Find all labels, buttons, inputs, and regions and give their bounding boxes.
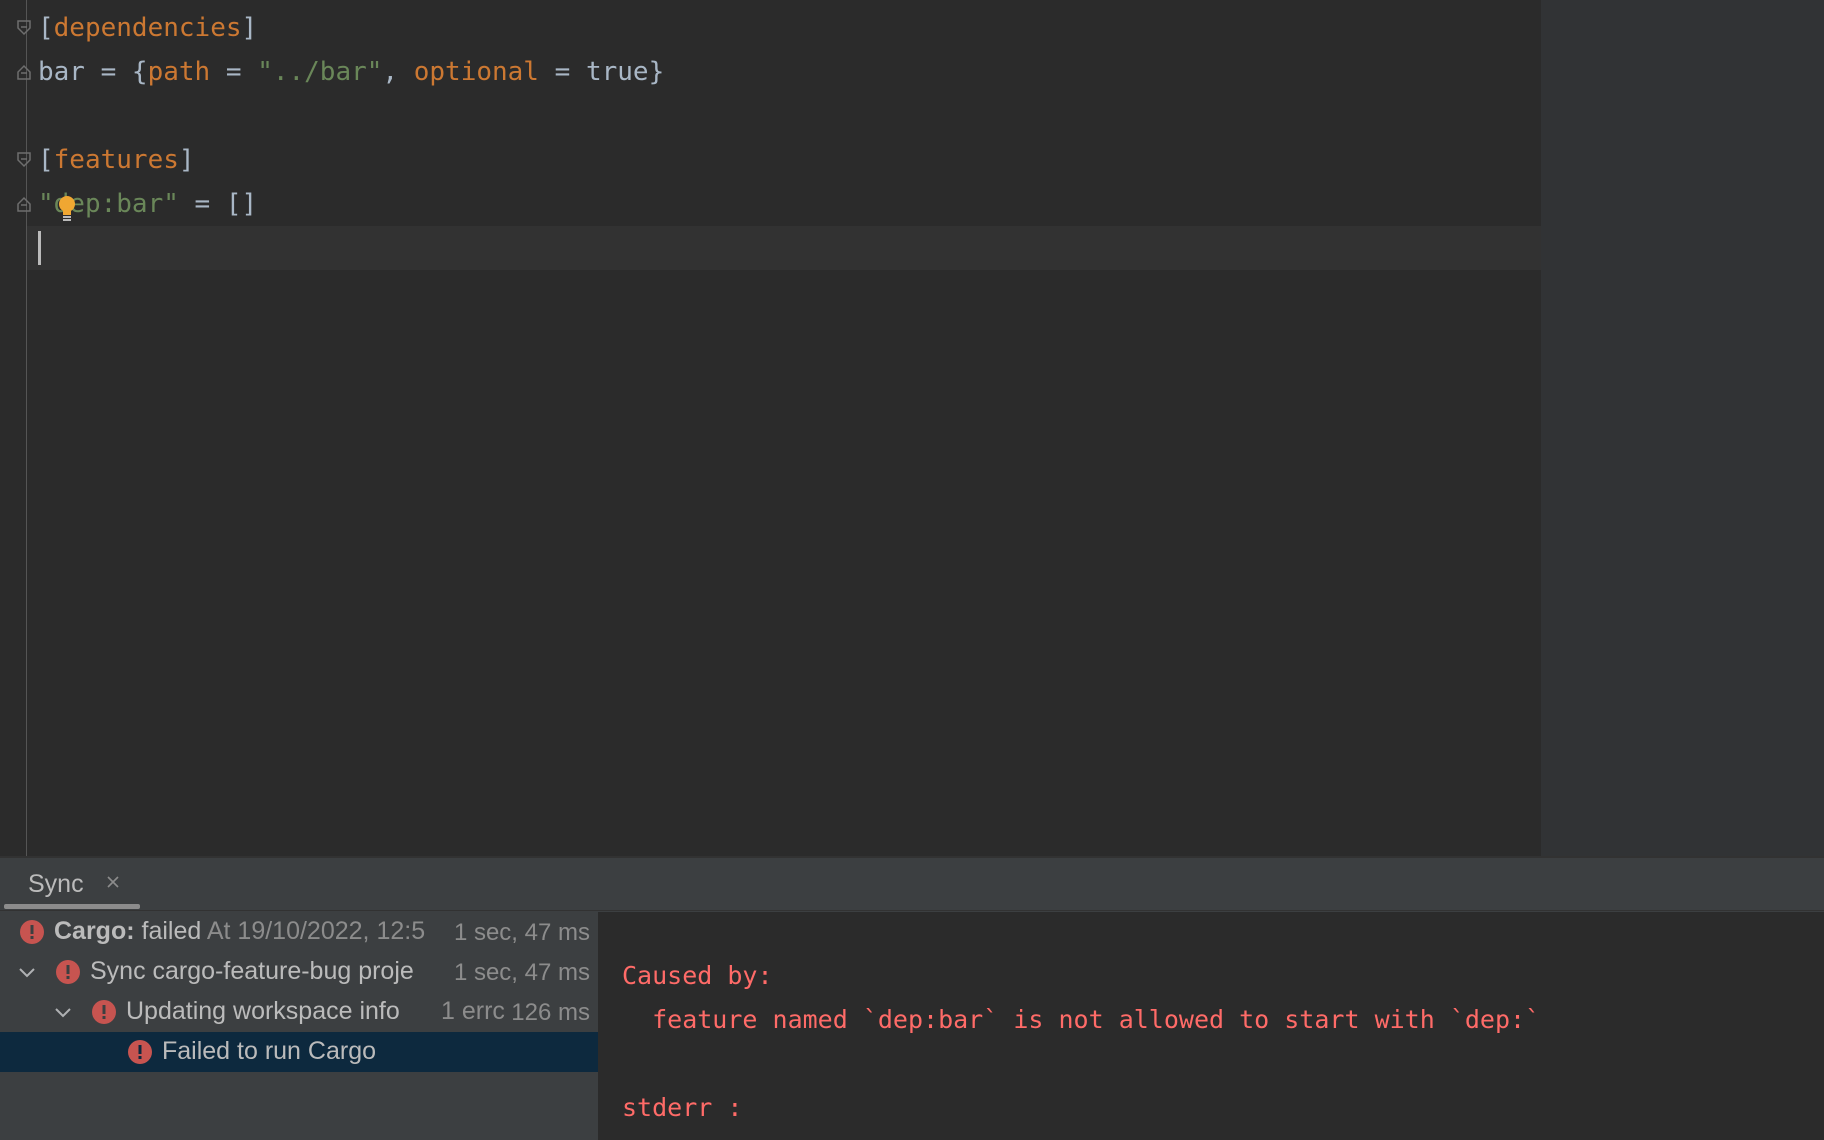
gutter-separator	[26, 0, 27, 856]
tree-row-failed-to-run-cargo[interactable]: Failed to run Cargo	[0, 1032, 598, 1072]
error-icon	[91, 999, 117, 1025]
editor-right-margin	[1541, 0, 1824, 856]
table-name: features	[53, 145, 179, 175]
error-icon	[55, 959, 81, 985]
bracket: ]	[178, 145, 195, 175]
operator: =	[538, 57, 586, 87]
active-tab-indicator	[4, 904, 140, 909]
tree-row-label: Cargo: failed At 19/10/2022, 12:5	[54, 917, 426, 945]
current-line-highlight	[27, 226, 1541, 270]
key-optional: optional	[413, 57, 539, 87]
row-duration: 1 sec, 47 ms	[453, 919, 590, 946]
console-line: feature named `dep:bar` is not allowed t…	[622, 1005, 1541, 1034]
close-icon[interactable]	[105, 874, 121, 890]
sync-tree: Cargo: failed At 19/10/2022, 12:5 1 sec,…	[0, 912, 598, 1140]
tree-row-label: Sync cargo-feature-bug proje	[90, 957, 414, 985]
fold-icon[interactable]	[17, 20, 31, 36]
code-line-dependencies-header[interactable]: [dependencies]	[38, 6, 257, 50]
tree-row-cargo-failed[interactable]: Cargo: failed At 19/10/2022, 12:5 1 sec,…	[0, 912, 598, 952]
error-icon	[19, 919, 45, 945]
code-line-features-header[interactable]: [features]	[38, 138, 195, 182]
separator: ,	[382, 57, 414, 87]
code-editor[interactable]: [dependencies] bar = {path = "../bar", o…	[0, 0, 1824, 856]
chevron-down-icon[interactable]	[17, 962, 37, 982]
tree-row-sync-project[interactable]: Sync cargo-feature-bug proje 1 sec, 47 m…	[0, 952, 598, 992]
row-duration: 126 ms	[511, 999, 590, 1026]
tree-row-updating-workspace[interactable]: Updating workspace info 1 errc 126 ms	[0, 992, 598, 1032]
console-line: stderr :	[622, 1093, 743, 1122]
chevron-down-icon[interactable]	[53, 1002, 73, 1022]
tab-sync[interactable]: Sync	[4, 858, 140, 910]
tree-row-label: Updating workspace info	[126, 997, 400, 1025]
fold-icon[interactable]	[17, 152, 31, 168]
fold-icon[interactable]	[17, 190, 31, 212]
tab-label: Sync	[28, 870, 84, 898]
bracket: [	[38, 13, 54, 43]
fold-icon[interactable]	[17, 58, 31, 80]
console-output[interactable]: Caused by: feature named `dep:bar` is no…	[600, 912, 1824, 1140]
operator: = {	[84, 57, 148, 87]
error-count: 1 errc	[441, 997, 505, 1025]
bracket: [	[38, 145, 54, 175]
brace: }	[648, 57, 665, 87]
console-line: Caused by:	[622, 961, 773, 990]
text-caret	[38, 231, 41, 265]
string-value: "../bar"	[257, 57, 383, 87]
key-path: path	[147, 57, 211, 87]
tree-row-label: Failed to run Cargo	[162, 1037, 377, 1065]
boolean-value: true	[585, 57, 649, 87]
error-icon	[127, 1039, 153, 1065]
bracket: ]	[241, 13, 258, 43]
row-duration: 1 sec, 47 ms	[453, 959, 590, 986]
lightbulb-icon[interactable]	[57, 195, 77, 225]
operator: =	[210, 57, 258, 87]
code-line-bar-dependency[interactable]: bar = {path = "../bar", optional = true}	[38, 50, 664, 94]
dependency-name: bar	[38, 57, 85, 87]
feature-value: = []	[178, 189, 258, 219]
tool-window-tabbar: Sync	[0, 858, 1824, 911]
table-name: dependencies	[53, 13, 242, 43]
